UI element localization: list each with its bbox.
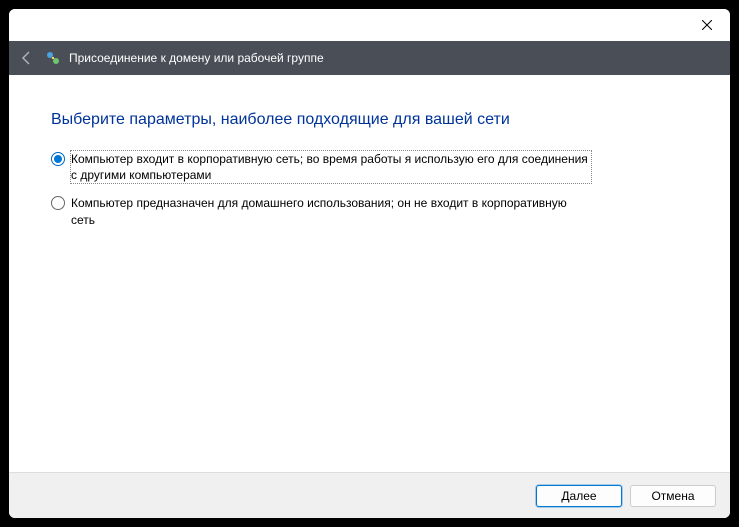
wizard-title: Присоединение к домену или рабочей групп… <box>69 51 324 65</box>
cancel-button[interactable]: Отмена <box>630 485 716 507</box>
wizard-footer: Далее Отмена <box>9 472 730 518</box>
radio-label: Компьютер входит в корпоративную сеть; в… <box>71 151 591 183</box>
radio-indicator <box>51 152 65 166</box>
radio-indicator <box>51 196 65 210</box>
back-button[interactable] <box>17 48 37 68</box>
titlebar <box>9 9 730 41</box>
close-icon <box>702 20 712 30</box>
wizard-window: Присоединение к домену или рабочей групп… <box>9 9 730 518</box>
network-icon <box>45 50 61 66</box>
page-heading: Выберите параметры, наиболее подходящие … <box>51 111 688 129</box>
wizard-header: Присоединение к домену или рабочей групп… <box>9 41 730 75</box>
radio-group: Компьютер входит в корпоративную сеть; в… <box>51 151 688 228</box>
radio-label: Компьютер предназначен для домашнего исп… <box>71 195 591 227</box>
radio-option-home[interactable]: Компьютер предназначен для домашнего исп… <box>51 195 688 227</box>
close-button[interactable] <box>684 9 730 41</box>
radio-option-corporate[interactable]: Компьютер входит в корпоративную сеть; в… <box>51 151 688 183</box>
back-arrow-icon <box>19 50 35 66</box>
next-button[interactable]: Далее <box>536 485 622 507</box>
content-area: Выберите параметры, наиболее подходящие … <box>9 75 730 472</box>
